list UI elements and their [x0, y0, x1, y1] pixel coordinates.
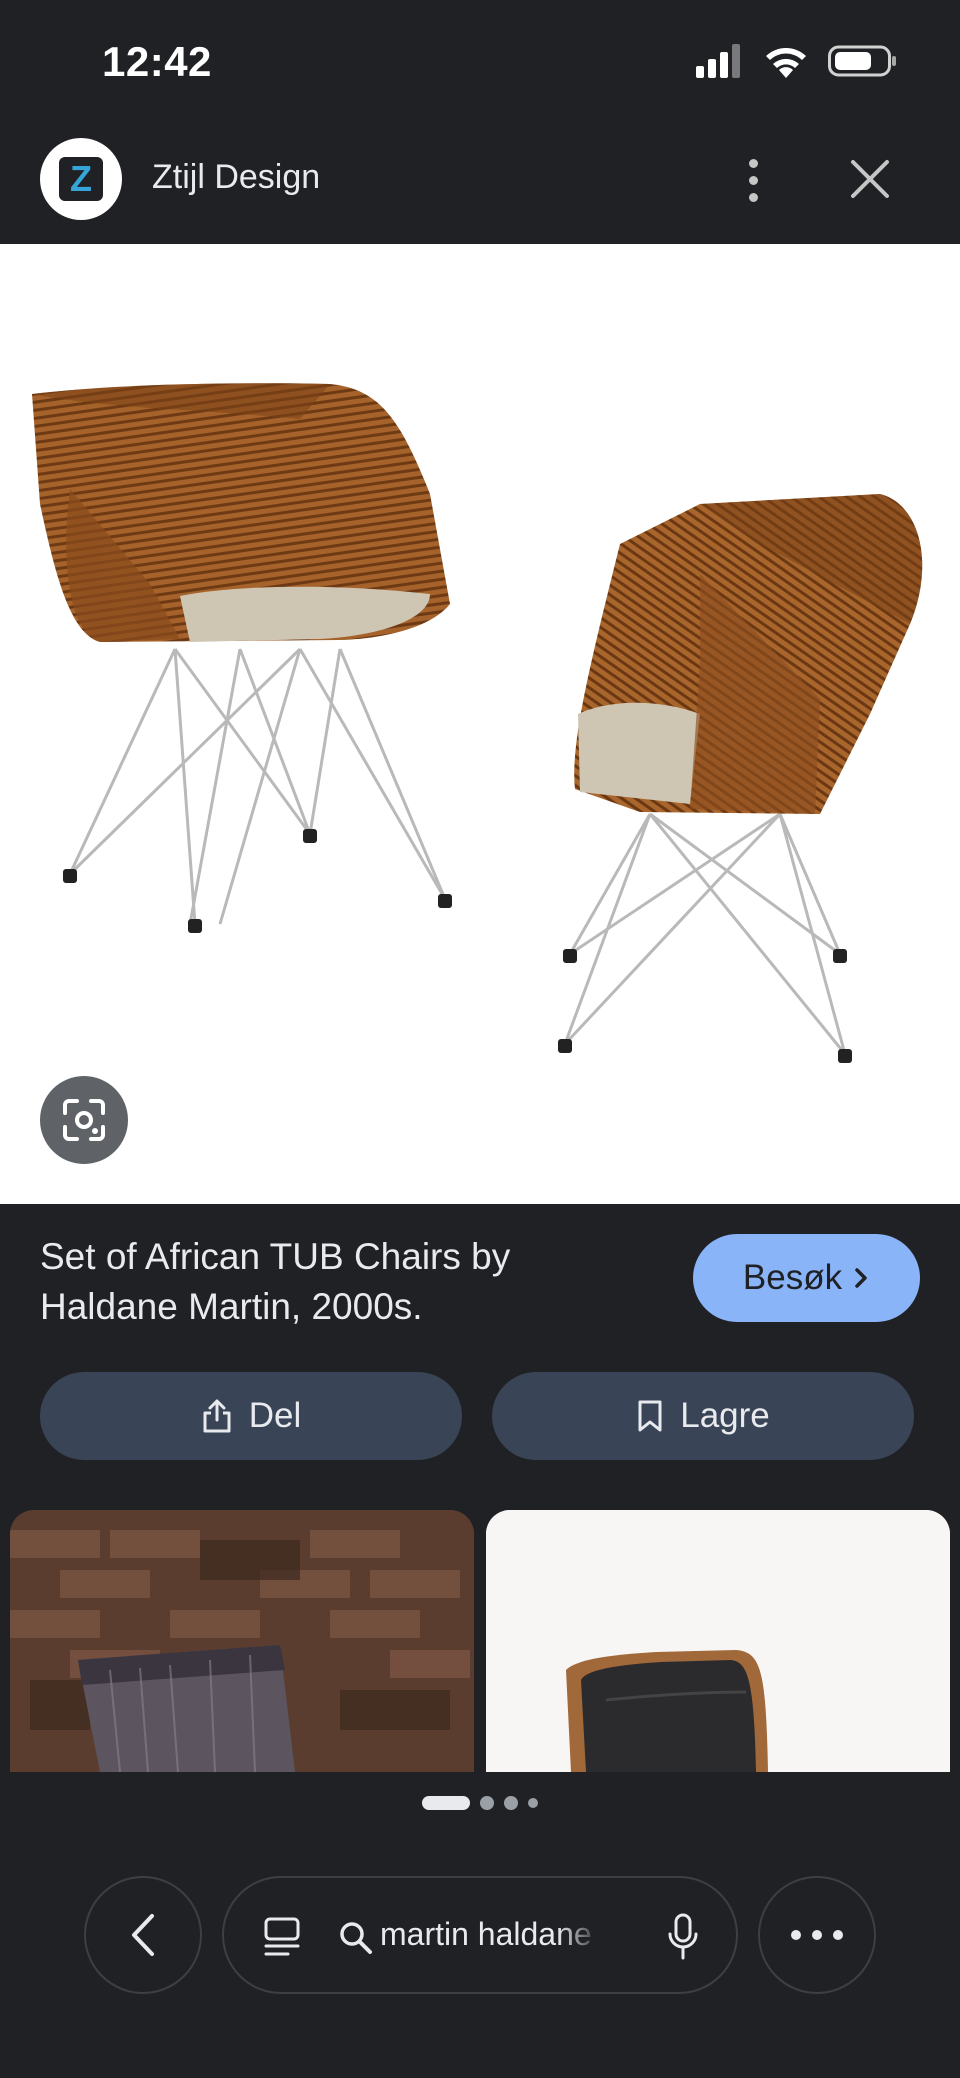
bookmark-icon [638, 1400, 662, 1432]
save-label: Lagre [680, 1396, 770, 1435]
status-time: 12:42 [102, 38, 212, 85]
dot-icon [748, 175, 758, 185]
visit-label: Besøk [742, 1258, 843, 1297]
chevron-right-icon [855, 1268, 867, 1288]
ellipsis-icon [791, 1930, 843, 1940]
microphone-icon[interactable] [666, 1912, 700, 1962]
save-button[interactable]: Lagre [492, 1372, 914, 1460]
status-bar: 12:42 [0, 0, 960, 128]
site-logo[interactable]: Z [40, 138, 122, 220]
page-dot [480, 1796, 494, 1810]
chevron-left-icon [132, 1914, 154, 1956]
lens-search-button[interactable] [40, 1076, 128, 1164]
share-button[interactable]: Del [40, 1372, 462, 1460]
related-images [10, 1510, 950, 1772]
back-button[interactable] [84, 1876, 202, 1994]
dot-icon [748, 158, 758, 168]
share-icon [203, 1399, 231, 1433]
chairs-image [32, 383, 923, 1063]
result-image[interactable] [0, 244, 960, 1204]
related-image-card[interactable] [486, 1510, 950, 1772]
page-indicator [0, 1796, 960, 1810]
left-chair-shell [32, 383, 450, 642]
site-logo-letter: Z [59, 157, 103, 201]
more-menu-button[interactable] [758, 1876, 876, 1994]
more-options-button[interactable] [733, 150, 773, 210]
dot-icon [748, 192, 758, 202]
share-label: Del [248, 1396, 302, 1435]
related-image-leather-chair [486, 1510, 950, 1772]
cellular-signal-icon [696, 44, 740, 78]
page-dot [528, 1798, 538, 1808]
search-bar[interactable]: martin haldane w [222, 1876, 738, 1994]
battery-icon [828, 45, 896, 77]
lens-icon [63, 1099, 105, 1141]
site-name[interactable]: Ztijl Design [152, 158, 320, 197]
page-dot-active [422, 1796, 470, 1810]
status-icons [696, 44, 898, 78]
related-image-card[interactable] [10, 1510, 474, 1772]
wifi-icon [766, 48, 806, 78]
tabs-icon[interactable] [262, 1916, 302, 1958]
page-dot [504, 1796, 518, 1810]
search-query[interactable]: martin haldane w [380, 1916, 602, 1953]
related-image-brick-wall [10, 1510, 474, 1772]
left-chair-legs [68, 647, 447, 925]
result-title: Set of African TUB Chairs by Haldane Mar… [40, 1236, 511, 1327]
visit-button[interactable]: Besøk [693, 1234, 920, 1322]
right-chair-shell [574, 494, 923, 814]
right-chair-legs [563, 812, 847, 1055]
search-icon [340, 1922, 372, 1954]
close-icon[interactable] [845, 154, 895, 204]
result-header: Z Ztijl Design [0, 128, 960, 244]
